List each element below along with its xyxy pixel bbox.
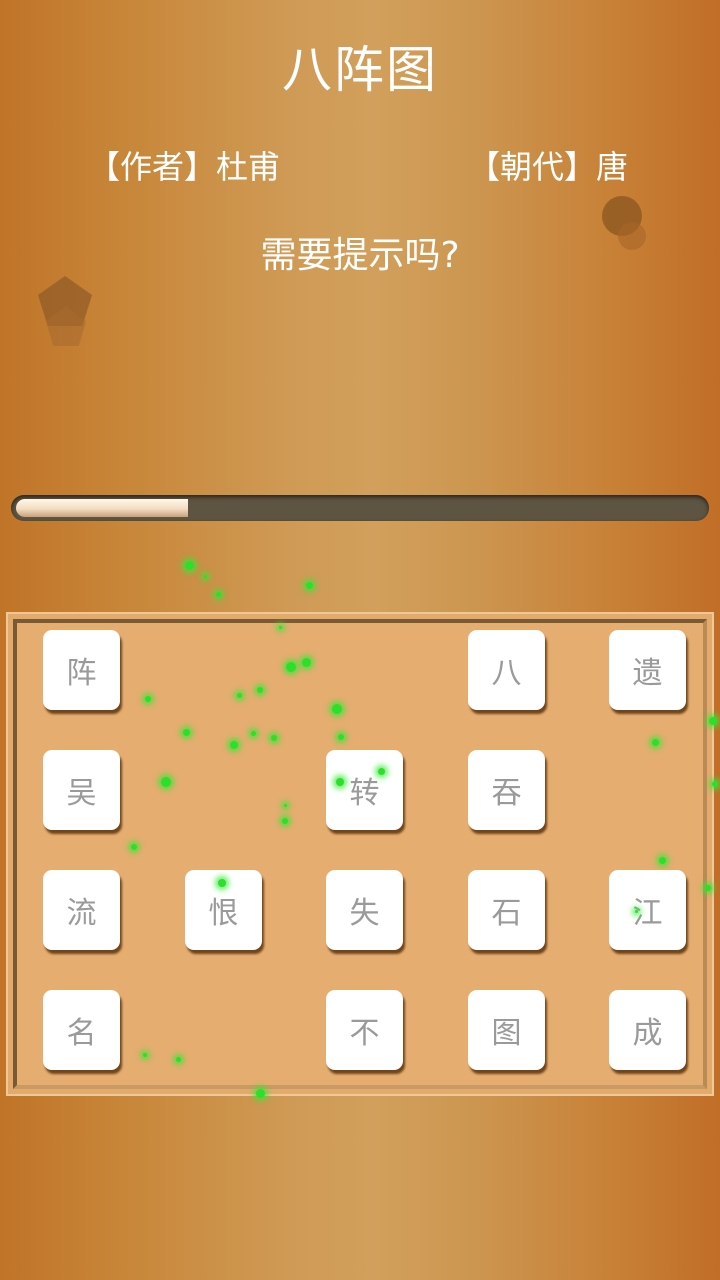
character-tile[interactable]: 江: [609, 870, 686, 950]
character-tile[interactable]: 名: [43, 990, 120, 1070]
character-tile[interactable]: 石: [468, 870, 545, 950]
character-tile[interactable]: 恨: [185, 870, 262, 950]
character-tile[interactable]: 成: [609, 990, 686, 1070]
character-tile[interactable]: 失: [326, 870, 403, 950]
poem-author: 【作者】杜甫: [88, 148, 281, 186]
character-tile[interactable]: 阵: [43, 630, 120, 710]
character-tile[interactable]: 不: [326, 990, 403, 1070]
character-tile[interactable]: 图: [468, 990, 545, 1070]
particle-dot: [184, 560, 194, 570]
character-tile[interactable]: 转: [326, 750, 403, 830]
poem-title: 八阵图: [282, 41, 438, 99]
tile-board: 阵 八遗吴 转吞流恨失石江名 不图成: [6, 612, 714, 1096]
progress-bar: [11, 495, 709, 521]
poem-dynasty: 【朝代】唐: [468, 148, 629, 186]
character-tile[interactable]: 八: [468, 630, 545, 710]
particle-dot: [215, 591, 221, 597]
character-tile[interactable]: 吴: [43, 750, 120, 830]
particle-dot: [305, 581, 313, 589]
character-tile[interactable]: 吞: [468, 750, 545, 830]
progress-fill: [16, 499, 188, 517]
particle-dot: [203, 574, 207, 578]
decor-circle: [618, 222, 646, 250]
character-tile[interactable]: 流: [43, 870, 120, 950]
character-tile[interactable]: 遗: [609, 630, 686, 710]
